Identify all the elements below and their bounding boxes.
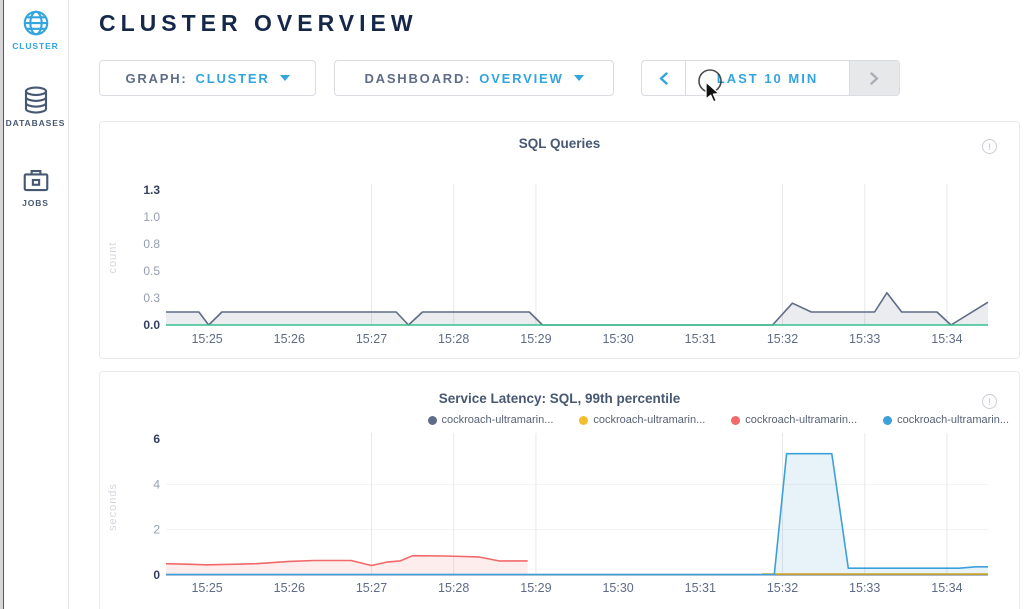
legend-item[interactable]: cockroach-ultramarin... <box>731 414 857 426</box>
sidebar-item-label: DATABASES <box>3 118 68 128</box>
chevron-right-icon <box>870 72 879 85</box>
info-icon[interactable]: ! <box>982 394 997 409</box>
time-range-selector: LAST 10 MIN <box>641 60 900 96</box>
svg-text:15:27: 15:27 <box>356 332 387 346</box>
svg-text:15:30: 15:30 <box>602 332 633 346</box>
legend-dot-icon <box>883 416 892 425</box>
dashboard-selector[interactable]: DASHBOARD: OVERVIEW <box>334 60 614 96</box>
svg-text:0.3: 0.3 <box>143 291 160 305</box>
legend-label: cockroach-ultramarin... <box>897 414 1009 426</box>
legend-label: cockroach-ultramarin... <box>442 414 554 426</box>
svg-text:15:28: 15:28 <box>438 581 469 595</box>
svg-text:15:27: 15:27 <box>356 581 387 595</box>
svg-text:15:26: 15:26 <box>274 581 305 595</box>
svg-text:15:25: 15:25 <box>191 332 222 346</box>
legend-label: cockroach-ultramarin... <box>745 414 857 426</box>
svg-text:0.8: 0.8 <box>143 237 160 251</box>
svg-text:15:29: 15:29 <box>520 332 551 346</box>
svg-text:15:25: 15:25 <box>191 581 222 595</box>
svg-text:15:29: 15:29 <box>520 581 551 595</box>
chart-title: Service Latency: SQL, 99th percentile <box>100 391 1019 406</box>
time-next-button[interactable] <box>849 61 899 95</box>
svg-text:15:30: 15:30 <box>602 581 633 595</box>
svg-text:15:32: 15:32 <box>767 332 798 346</box>
sidebar-item-jobs[interactable]: JOBS <box>3 165 68 208</box>
service-latency-chart: 0 2 4 6 15:25 15:26 15:27 15:28 15:29 15:30 15:31 1… <box>100 426 1019 609</box>
svg-text:count: count <box>107 242 119 274</box>
svg-text:15:31: 15:31 <box>685 332 716 346</box>
svg-text:2: 2 <box>153 523 160 537</box>
legend-item[interactable]: cockroach-ultramarin... <box>428 414 554 426</box>
svg-text:0.0: 0.0 <box>143 318 160 332</box>
svg-text:4: 4 <box>153 477 160 491</box>
time-range-label[interactable]: LAST 10 MIN <box>686 61 849 95</box>
graph-selector-label: GRAPH: <box>125 71 187 86</box>
svg-text:15:33: 15:33 <box>849 332 880 346</box>
page-title: CLUSTER OVERVIEW <box>99 10 418 37</box>
legend-dot-icon <box>428 416 437 425</box>
svg-text:15:26: 15:26 <box>274 332 305 346</box>
time-prev-button[interactable] <box>642 61 686 95</box>
graph-selector-value: CLUSTER <box>196 71 270 86</box>
info-icon-glyph: ! <box>988 142 991 152</box>
briefcase-icon <box>21 165 51 195</box>
chevron-left-icon <box>659 72 668 85</box>
legend-dot-icon <box>731 416 740 425</box>
svg-text:0.5: 0.5 <box>143 264 160 278</box>
svg-text:1.0: 1.0 <box>143 210 160 224</box>
legend-item[interactable]: cockroach-ultramarin... <box>883 414 1009 426</box>
sidebar: CLUSTER DATABASES JOBS <box>3 0 69 609</box>
svg-text:15:33: 15:33 <box>849 581 880 595</box>
sidebar-item-cluster[interactable]: CLUSTER <box>3 8 68 51</box>
chart-card-service-latency: Service Latency: SQL, 99th percentile ! … <box>99 371 1020 609</box>
chevron-down-icon <box>574 75 584 81</box>
info-icon[interactable]: ! <box>982 139 997 154</box>
sidebar-item-label: CLUSTER <box>3 41 68 51</box>
svg-text:6: 6 <box>153 432 160 446</box>
chart-legend: cockroach-ultramarin... cockroach-ultrama… <box>428 414 1010 426</box>
dashboard-selector-value: OVERVIEW <box>479 71 563 86</box>
graph-selector[interactable]: GRAPH: CLUSTER <box>99 60 316 96</box>
dashboard-selector-label: DASHBOARD: <box>364 71 471 86</box>
svg-text:seconds: seconds <box>107 483 119 531</box>
info-icon-glyph: ! <box>988 397 991 407</box>
chart-title: SQL Queries <box>100 136 1019 151</box>
svg-text:15:28: 15:28 <box>438 332 469 346</box>
legend-label: cockroach-ultramarin... <box>593 414 705 426</box>
sidebar-item-label: JOBS <box>3 198 68 208</box>
svg-text:15:31: 15:31 <box>685 581 716 595</box>
legend-item[interactable]: cockroach-ultramarin... <box>579 414 705 426</box>
main-content: CLUSTER OVERVIEW GRAPH: CLUSTER DASHBOAR… <box>69 0 1032 609</box>
svg-text:15:32: 15:32 <box>767 581 798 595</box>
chevron-down-icon <box>280 75 290 81</box>
sidebar-item-databases[interactable]: DATABASES <box>3 85 68 128</box>
svg-text:1.3: 1.3 <box>143 183 160 197</box>
globe-icon <box>21 8 51 38</box>
svg-text:0: 0 <box>153 568 160 582</box>
sql-queries-chart: 0.0 0.3 0.5 0.8 1.0 1.3 15:25 15:26 15:27 15:28 15… <box>100 171 1019 353</box>
svg-text:15:34: 15:34 <box>931 581 962 595</box>
legend-dot-icon <box>579 416 588 425</box>
database-icon <box>21 85 51 115</box>
svg-text:15:34: 15:34 <box>931 332 962 346</box>
chart-card-sql-queries: SQL Queries ! 0.0 0.3 0.5 0.8 1.0 1.3 15:25 15:… <box>99 121 1020 359</box>
